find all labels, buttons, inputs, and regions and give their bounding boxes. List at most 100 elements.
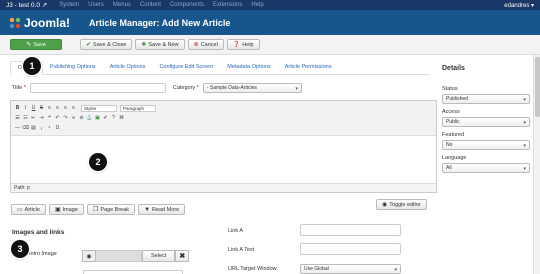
clear-image-icon[interactable]: ✖ bbox=[175, 250, 190, 262]
chevron-down-icon: ▾ bbox=[523, 120, 526, 126]
html-icon[interactable]: ⌘ bbox=[118, 115, 125, 122]
unlink-icon[interactable]: ⊘ bbox=[78, 115, 85, 122]
title-category-row: Title * Category * - Sample Data-Article… bbox=[12, 82, 432, 94]
page-scrollbar[interactable] bbox=[533, 55, 540, 274]
menu-extensions[interactable]: Extensions bbox=[213, 2, 242, 8]
intro-image-label: Intro Image bbox=[29, 251, 57, 257]
cleanup-icon[interactable]: ✐ bbox=[102, 115, 109, 122]
menu-users[interactable]: Users bbox=[88, 2, 104, 8]
callout-2: 2 bbox=[89, 153, 107, 171]
align-right-icon[interactable]: ≡ bbox=[62, 105, 69, 112]
horizontal-rule-icon[interactable]: — bbox=[14, 125, 21, 132]
site-link[interactable]: J3 - test 0.0 ↗ bbox=[6, 1, 47, 9]
menu-menus[interactable]: Menus bbox=[113, 2, 131, 8]
read-more-button[interactable]: ▼ Read More bbox=[138, 204, 186, 215]
save-new-button[interactable]: ✚ Save & New bbox=[135, 39, 185, 50]
featured-select[interactable]: No ▾ bbox=[442, 140, 530, 150]
tab-article-options[interactable]: Article Options bbox=[103, 64, 153, 74]
intro-image-path bbox=[96, 250, 142, 262]
underline-button[interactable]: U bbox=[30, 105, 37, 112]
help-icon: ❓ bbox=[232, 42, 241, 48]
scrollbar-thumb[interactable] bbox=[535, 57, 540, 117]
link-a-text-input[interactable] bbox=[300, 243, 401, 255]
tab-metadata-options[interactable]: Metadata Options bbox=[220, 64, 277, 74]
intro-image-row: Intro Image bbox=[29, 251, 57, 257]
superscript-icon[interactable]: ˣ bbox=[46, 125, 53, 132]
bullet-list-icon[interactable]: ☰ bbox=[14, 115, 21, 122]
eye-icon: ◉ bbox=[382, 202, 388, 208]
menu-system[interactable]: System bbox=[59, 2, 79, 8]
language-select[interactable]: All ▾ bbox=[442, 163, 530, 173]
preview-eye-icon[interactable]: ◉ bbox=[82, 250, 96, 262]
select-image-button[interactable]: Select bbox=[142, 250, 176, 262]
check-icon: ✔ bbox=[86, 42, 92, 48]
indent-icon[interactable]: ⇥ bbox=[38, 115, 45, 122]
top-menu-bar: J3 - test 0.0 ↗ System Users Menus Conte… bbox=[0, 0, 540, 10]
category-label: Category * bbox=[172, 85, 199, 91]
logo-text: Joomla! bbox=[24, 15, 71, 30]
menu-content[interactable]: Content bbox=[140, 2, 161, 8]
tab-publishing-options[interactable]: Publishing Options bbox=[43, 64, 103, 74]
category-select[interactable]: - Sample Data-Articles ▾ bbox=[202, 83, 302, 93]
visual-aid-icon[interactable]: ▤ bbox=[30, 125, 37, 132]
status-select[interactable]: Published ▾ bbox=[442, 94, 530, 104]
link-a-label: Link A bbox=[228, 228, 243, 234]
help-icon[interactable]: ? bbox=[110, 115, 117, 122]
article-editor[interactable]: B I U S ≡ ≡ ≡ ≡ Styles Paragraph ☰ ☷ ⇤ ⇥… bbox=[10, 100, 437, 193]
article-button[interactable]: ▭ Article bbox=[11, 204, 46, 215]
details-sidebar: Details Status Published ▾ Access Public ▾… bbox=[442, 59, 538, 178]
link-icon[interactable]: ∞ bbox=[70, 115, 77, 122]
chevron-down-icon: ▾ bbox=[394, 267, 397, 273]
editor-status-bar: Path: p bbox=[11, 183, 436, 192]
subscript-icon[interactable]: ₓ bbox=[38, 125, 45, 132]
align-center-icon[interactable]: ≡ bbox=[54, 105, 61, 112]
callout-1: 1 bbox=[23, 57, 41, 75]
joomla-logo-icon bbox=[9, 17, 21, 28]
special-char-icon[interactable]: Ω bbox=[54, 125, 61, 132]
menu-help[interactable]: Help bbox=[251, 2, 263, 8]
plus-icon: ✚ bbox=[141, 42, 147, 48]
toggle-editor-button[interactable]: ◉ Toggle editor bbox=[376, 199, 427, 210]
user-menu[interactable]: edandres ▾ bbox=[504, 2, 534, 9]
tab-article-permissions[interactable]: Article Permissions bbox=[278, 64, 339, 74]
link-a-input[interactable] bbox=[300, 224, 401, 236]
tab-configure-edit-screen[interactable]: Configure Edit Screen bbox=[152, 64, 220, 74]
title-input[interactable] bbox=[29, 83, 166, 93]
title-label: Title * bbox=[12, 85, 26, 91]
italic-button[interactable]: I bbox=[22, 105, 29, 112]
save-close-button[interactable]: ✔ Save & Close bbox=[80, 39, 133, 50]
anchor-icon[interactable]: ⚓ bbox=[86, 115, 93, 122]
save-button[interactable]: ✎ Save bbox=[10, 39, 62, 50]
article-tabs: Details Publishing Options Article Optio… bbox=[10, 59, 430, 75]
bold-button[interactable]: B bbox=[14, 105, 21, 112]
align-left-icon[interactable]: ≡ bbox=[46, 105, 53, 112]
intro-image-float-input[interactable] bbox=[83, 270, 183, 274]
page-break-button[interactable]: ❐ Page Break bbox=[86, 204, 136, 215]
cancel-button[interactable]: ⊗ Cancel bbox=[187, 39, 224, 50]
chevron-down-icon: ▾ bbox=[295, 86, 298, 92]
image-button[interactable]: ▣ Image bbox=[48, 204, 84, 215]
paragraph-select[interactable]: Paragraph bbox=[120, 104, 156, 112]
joomla-logo: Joomla! bbox=[9, 16, 89, 30]
chevron-down-icon: ▾ bbox=[523, 97, 526, 103]
language-label: Language bbox=[442, 155, 467, 161]
remove-format-icon[interactable]: ⌫ bbox=[22, 125, 29, 132]
strikethrough-button[interactable]: S bbox=[38, 105, 45, 112]
url-target-select[interactable]: Use Global ▾ bbox=[300, 264, 401, 274]
redo-icon[interactable]: ↷ bbox=[62, 115, 69, 122]
image-icon[interactable]: ▣ bbox=[94, 115, 101, 122]
editor-toolbar: B I U S ≡ ≡ ≡ ≡ Styles Paragraph ☰ ☷ ⇤ ⇥… bbox=[11, 101, 436, 136]
menu-components[interactable]: Components bbox=[170, 2, 204, 8]
page-title: Article Manager: Add New Article bbox=[89, 17, 231, 28]
numbered-list-icon[interactable]: ☷ bbox=[22, 115, 29, 122]
undo-icon[interactable]: ↶ bbox=[54, 115, 61, 122]
access-select[interactable]: Public ▾ bbox=[442, 117, 530, 127]
callout-3: 3 bbox=[11, 240, 29, 258]
cancel-icon: ⊗ bbox=[193, 42, 199, 48]
styles-select[interactable]: Styles bbox=[81, 104, 117, 112]
blockquote-icon[interactable]: ❝ bbox=[46, 115, 53, 122]
help-button[interactable]: ❓ Help bbox=[226, 39, 260, 50]
editor-extra-buttons: ▭ Article ▣ Image ❐ Page Break ▼ Read More bbox=[11, 204, 188, 215]
outdent-icon[interactable]: ⇤ bbox=[30, 115, 37, 122]
align-justify-icon[interactable]: ≡ bbox=[70, 105, 77, 112]
